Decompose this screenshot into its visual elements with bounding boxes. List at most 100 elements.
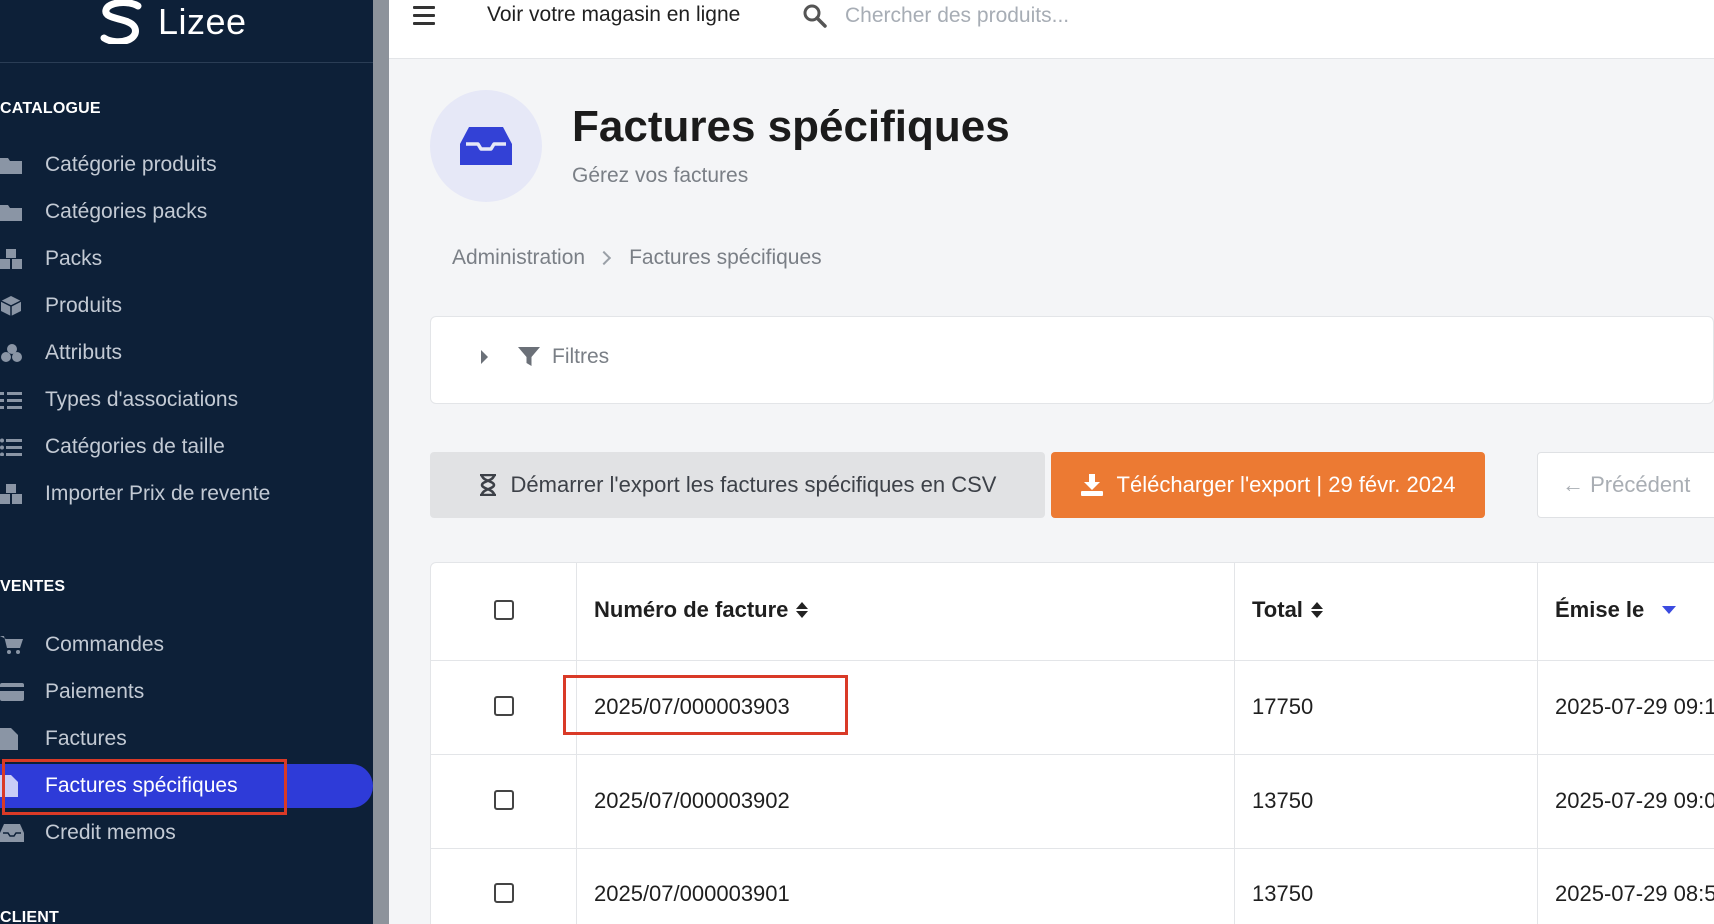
invoice-date: 2025-07-29 09:0 xyxy=(1555,788,1714,813)
sidebar-item-label: Types d'associations xyxy=(45,388,239,411)
cart-icon xyxy=(0,634,24,656)
section-title-catalogue: CATALOGUE xyxy=(0,100,101,117)
inbox-icon xyxy=(0,822,24,844)
sidebar-item-factures[interactable]: Factures xyxy=(0,717,373,761)
column-header-invoice-number[interactable]: Numéro de facture xyxy=(594,597,809,623)
column-header-label: Numéro de facture xyxy=(594,597,789,622)
page-header-icon-circle xyxy=(430,90,542,202)
sidebar-divider xyxy=(0,62,373,63)
row-checkbox[interactable] xyxy=(494,696,514,716)
filters-toggle[interactable]: Filtres xyxy=(481,345,609,369)
view-store-link[interactable]: Voir votre magasin en ligne xyxy=(487,3,740,27)
cube-icon xyxy=(0,295,24,317)
start-export-button[interactable]: Démarrer l'export les factures spécifiqu… xyxy=(430,452,1045,518)
sidebar-item-importer-prix[interactable]: Importer Prix de revente xyxy=(0,472,373,516)
column-header-label: Total xyxy=(1252,597,1303,622)
menu-toggle-icon[interactable] xyxy=(413,6,435,26)
table-row-divider xyxy=(431,848,1714,849)
invoice-number-link[interactable]: 2025/07/000003901 xyxy=(594,881,790,907)
invoice-date: 2025-07-29 08:5 xyxy=(1555,881,1714,906)
column-header-label: Émise le xyxy=(1555,597,1645,622)
sort-desc-icon xyxy=(1662,606,1677,614)
sidebar-item-types-associations[interactable]: Types d'associations xyxy=(0,378,373,422)
sidebar-item-categorie-produits[interactable]: Catégorie produits xyxy=(0,143,373,187)
brand-logo[interactable]: Lizee xyxy=(98,0,247,44)
table-column-divider xyxy=(576,563,577,924)
download-icon xyxy=(1080,474,1103,496)
page-title: Factures spécifiques xyxy=(572,102,1010,151)
column-header-issued-on[interactable]: Émise le xyxy=(1555,597,1677,623)
sidebar-item-label: Produits xyxy=(45,294,123,317)
inbox-icon xyxy=(460,127,512,165)
breadcrumb: Administration Factures spécifiques xyxy=(452,246,822,270)
filters-label: Filtres xyxy=(552,345,610,368)
caret-right-icon xyxy=(481,350,488,364)
page-subtitle: Gérez vos factures xyxy=(572,164,749,187)
top-bar: Voir votre magasin en ligne xyxy=(389,0,1714,59)
sidebar-item-label: Packs xyxy=(45,247,103,270)
invoice-total: 17750 xyxy=(1252,694,1314,719)
download-export-label: Télécharger l'export | 29 févr. 2024 xyxy=(1116,472,1456,497)
breadcrumb-item-administration[interactable]: Administration xyxy=(452,246,585,270)
column-header-total[interactable]: Total xyxy=(1252,597,1323,623)
cubes-icon xyxy=(0,248,24,270)
sidebar-item-categories-packs[interactable]: Catégories packs xyxy=(0,190,373,234)
select-all-checkbox[interactable] xyxy=(494,600,514,620)
folder-icon xyxy=(0,201,24,223)
filters-panel[interactable]: Filtres xyxy=(430,316,1714,404)
table-column-divider xyxy=(1234,563,1235,924)
sidebar-item-label: Catégorie produits xyxy=(45,153,217,176)
section-title-ventes: VENTES xyxy=(0,578,66,595)
invoice-number-link[interactable]: 2025/07/000003902 xyxy=(594,788,790,814)
highlight-box-sidebar xyxy=(2,759,287,815)
lizee-logo-icon xyxy=(100,0,142,44)
sidebar-scroll-edge xyxy=(373,0,389,924)
start-export-label: Démarrer l'export les factures spécifiqu… xyxy=(510,472,997,497)
sidebar-item-label: Catégories de taille xyxy=(45,435,225,458)
credit-card-icon xyxy=(0,681,24,703)
filter-icon xyxy=(518,347,540,366)
sidebar-item-label: Paiements xyxy=(45,680,145,703)
sidebar-item-commandes[interactable]: Commandes xyxy=(0,623,373,667)
search-input[interactable] xyxy=(845,0,1245,32)
row-checkbox[interactable] xyxy=(494,790,514,810)
tasks-icon xyxy=(0,389,24,411)
sidebar-item-packs[interactable]: Packs xyxy=(0,237,373,281)
sidebar-item-label: Attributs xyxy=(45,341,123,364)
sidebar-item-attributs[interactable]: Attributs xyxy=(0,331,373,375)
chevron-right-icon xyxy=(596,250,612,266)
sidebar-item-label: Commandes xyxy=(45,633,165,656)
invoices-table: Numéro de facture Total Émise le 2025/07… xyxy=(430,562,1714,924)
previous-page-button[interactable]: ← Précédent xyxy=(1537,452,1714,518)
invoice-date: 2025-07-29 09:1 xyxy=(1555,694,1714,719)
table-row-divider xyxy=(431,660,1714,661)
section-title-client: CLIENT xyxy=(0,909,59,924)
cubes-small-icon xyxy=(0,342,24,364)
list-icon xyxy=(0,436,24,458)
sidebar-item-label: Importer Prix de revente xyxy=(45,482,271,505)
sidebar-item-label: Credit memos xyxy=(45,821,176,844)
sidebar-item-label: Catégories packs xyxy=(45,200,208,223)
sort-icon xyxy=(1310,602,1323,618)
sidebar-item-produits[interactable]: Produits xyxy=(0,284,373,328)
search-icon xyxy=(803,4,827,33)
brand-name: Lizee xyxy=(158,1,247,42)
download-export-button[interactable]: Télécharger l'export | 29 févr. 2024 xyxy=(1051,452,1485,518)
invoice-total: 13750 xyxy=(1252,788,1314,813)
sidebar-item-paiements[interactable]: Paiements xyxy=(0,670,373,714)
folder-icon xyxy=(0,154,24,176)
table-column-divider xyxy=(1537,563,1538,924)
sidebar-item-categories-taille[interactable]: Catégories de taille xyxy=(0,425,373,469)
previous-page-label: ← Précédent xyxy=(1562,472,1691,497)
sidebar-item-label: Factures xyxy=(45,727,127,750)
table-row-divider xyxy=(431,754,1714,755)
sort-icon xyxy=(796,602,809,618)
invoice-total: 13750 xyxy=(1252,881,1314,906)
cubes-icon xyxy=(0,483,24,505)
hourglass-icon xyxy=(479,474,496,496)
highlight-box-invoice xyxy=(563,675,848,735)
file-icon xyxy=(0,728,24,750)
row-checkbox[interactable] xyxy=(494,883,514,903)
breadcrumb-item-current: Factures spécifiques xyxy=(629,246,822,269)
sidebar-item-credit-memos[interactable]: Credit memos xyxy=(0,811,373,855)
